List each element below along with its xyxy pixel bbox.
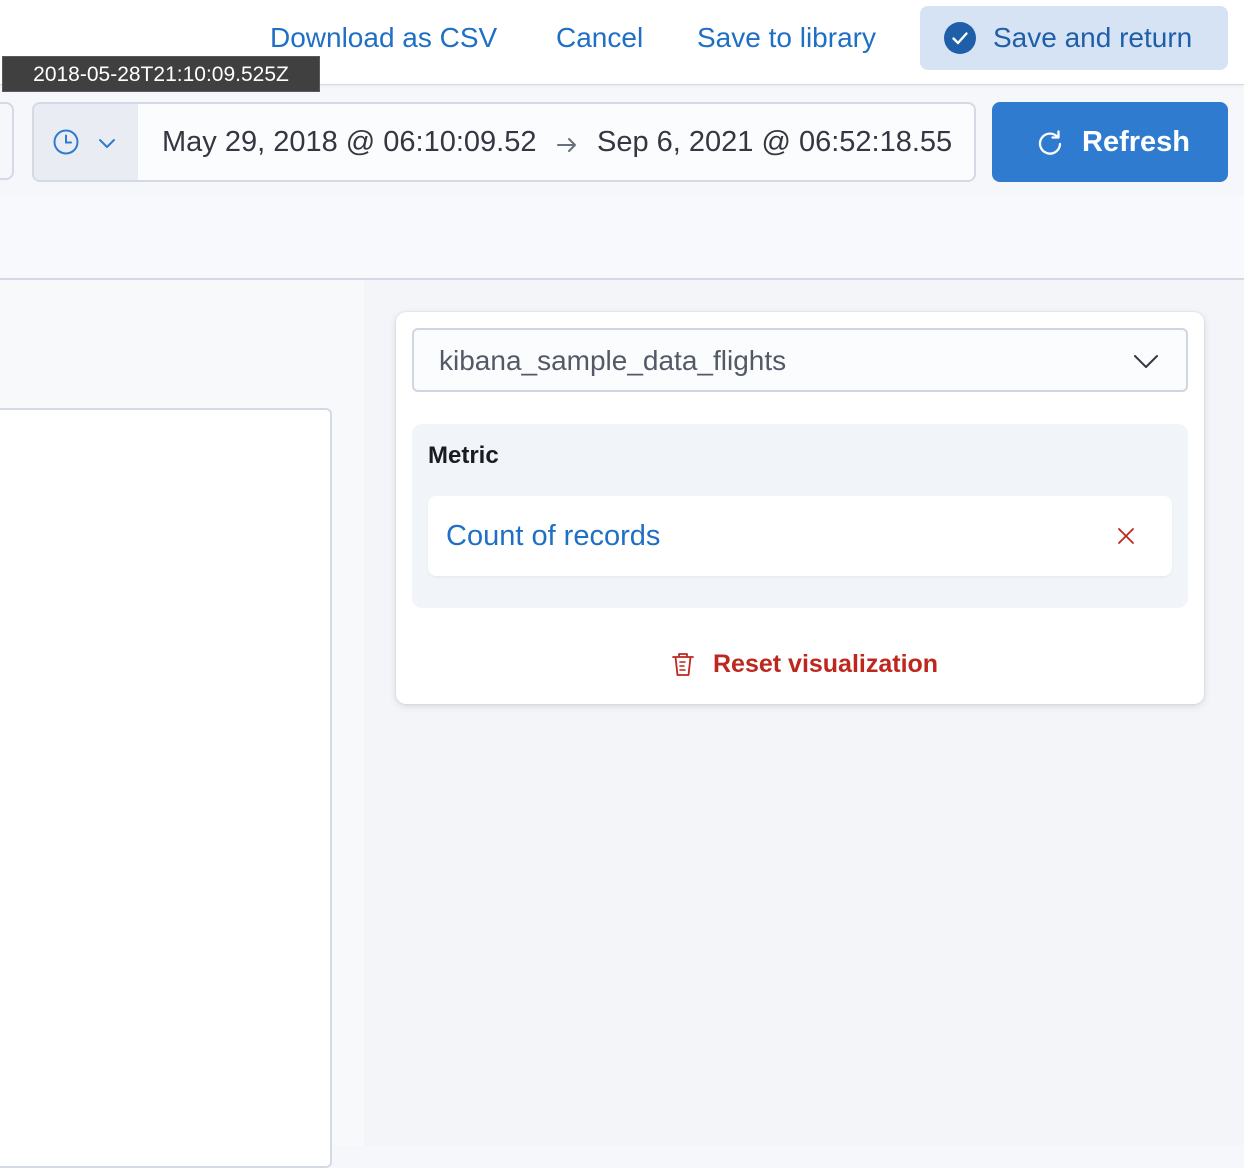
date-picker: May 29, 2018 @ 06:10:09.52 Sep 6, 2021 @… [32,102,976,182]
download-csv-link[interactable]: Download as CSV [270,18,497,58]
arrow-right-icon [557,138,576,152]
end-date[interactable]: Sep 6, 2021 @ 06:52:18.55 [597,124,952,160]
close-icon[interactable] [1114,524,1138,548]
visualization-panel [0,408,332,1168]
clock-icon [53,129,79,155]
trash-icon [672,653,694,676]
save-to-library-link[interactable]: Save to library [697,18,876,58]
start-date[interactable]: May 29, 2018 @ 06:10:09.52 [162,124,536,160]
cancel-link[interactable]: Cancel [556,18,643,58]
metric-dimension-item[interactable]: Count of records [428,496,1172,576]
refresh-label: Refresh [1082,126,1190,158]
chevron-down-icon [1134,355,1158,368]
refresh-icon [1038,130,1062,155]
metric-group-title: Metric [428,442,499,469]
datasource-value: kibana_sample_data_flights [439,345,787,376]
timestamp-tooltip: 2018-05-28T21:10:09.525Z [2,56,320,92]
quick-select-button[interactable] [34,104,138,180]
query-input-edge[interactable] [0,102,14,180]
datasource-select[interactable]: kibana_sample_data_flights [412,328,1188,392]
filter-bar-area [0,196,1244,280]
save-and-return-label: Save and return [993,22,1193,53]
check-circle-icon [944,22,976,54]
reset-visualization-label: Reset visualization [713,650,939,678]
metric-group: Metric Count of records [412,424,1188,608]
layer-config-panel: kibana_sample_data_flights Metric Count … [396,312,1204,704]
chevron-down-icon [99,139,115,148]
refresh-button[interactable]: Refresh [992,102,1228,182]
save-and-return-button[interactable]: Save and return [920,6,1228,70]
metric-dimension-label[interactable]: Count of records [446,516,660,556]
